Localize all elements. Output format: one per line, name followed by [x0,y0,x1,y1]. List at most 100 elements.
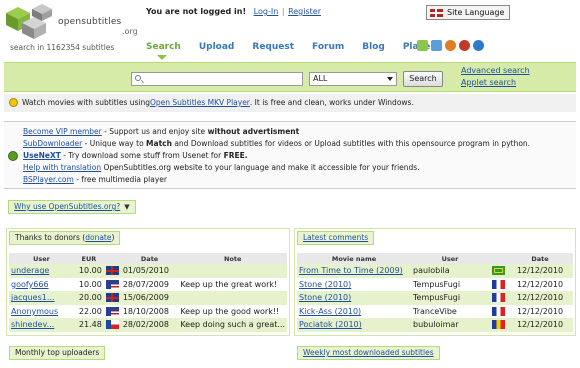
donor-eur: 22.00 [74,304,104,318]
mkv-text-pre: Watch movies with subtitles using [22,98,150,107]
comment-user: TempusFugi [411,291,489,305]
fr-flag-icon [491,279,505,289]
col-user[interactable]: User [9,253,75,264]
site-language-select[interactable]: Site Language [426,5,510,20]
info-text: - Try download some stuff from Usenet fo… [60,151,224,160]
ie-icon[interactable] [473,40,484,51]
comment-movie[interactable]: Stone (2010) [297,277,411,291]
star-icon[interactable] [417,40,428,51]
info-vip: Become VIP member - Support us and enjoy… [23,127,299,136]
comment-movie[interactable]: Stone (2010) [297,291,411,305]
donor-flag [103,318,121,332]
col-note[interactable]: Note [178,253,287,264]
donors-title-text: Thanks to donors [15,233,80,242]
table-header: User EUR Date Note [9,253,287,264]
search-input[interactable] [131,72,303,86]
search-icon [135,75,141,81]
donor-date: 28/02/2008 [120,318,179,332]
comment-user: paulobila [411,264,489,278]
opera-icon[interactable] [459,40,470,51]
us-flag-icon [105,279,119,289]
donor-flag [103,304,121,318]
fr-flag-icon [491,293,505,303]
separator: | [281,7,285,16]
info-tail: and Download subtitles for videos or Upl… [171,139,531,148]
latest-comments-link[interactable]: Latest comments [303,233,368,242]
donor-eur: 10.00 [74,277,104,291]
col-eur[interactable]: EUR [74,253,104,264]
not-logged-text: You are not logged in! [146,7,247,16]
us-flag-icon [105,306,119,316]
donor-note [178,264,287,278]
why-use-link[interactable]: Why use OpenSubtitles.org? [14,201,120,213]
table-row: Stone (2010) TempusFugi 12/12/2010 [297,291,573,305]
usenext-link[interactable]: UseNeXT [23,151,61,160]
comment-date: 12/12/2010 [507,277,573,291]
comment-flag [489,318,507,332]
mkv-message: Watch movies with subtitles using Open S… [9,98,414,107]
subdownloader-link[interactable]: SubDownloader [23,139,82,148]
comments-table: Movie name User Date From Time to Time (… [297,253,573,332]
language-select[interactable]: ALL [309,72,397,86]
nav-search[interactable]: Search [146,42,181,52]
advanced-search-link[interactable]: Advanced search [461,66,530,75]
comment-date: 12/12/2010 [507,264,573,278]
chevron-down-icon: ▼ [124,203,130,211]
comment-movie[interactable]: From Time to Time (2009) [297,264,411,278]
donor-user[interactable]: goofy666 [9,277,75,291]
donor-date: 28/07/2009 [120,277,179,291]
nav-upload[interactable]: Upload [199,42,235,52]
comment-movie[interactable]: Kick-Ass (2010) [297,304,411,318]
comment-date: 12/12/2010 [507,291,573,305]
table-header: Movie name User Date [297,253,573,264]
comment-date: 12/12/2010 [507,304,573,318]
table-row: jacques1... 20.00 15/06/2009 [9,291,287,305]
donate-link[interactable]: donate [85,233,111,242]
col-date[interactable]: Date [120,253,179,264]
bsplayer-link[interactable]: BSPlayer.com [23,175,74,184]
why-use-toggle[interactable]: Why use OpenSubtitles.org? ▼ [8,200,136,214]
br-flag-icon [491,266,505,276]
fr-flag-icon [491,306,505,316]
nav-request[interactable]: Request [252,42,294,52]
translation-link[interactable]: Help with translation [23,163,101,172]
table-row: Anonymous 22.00 18/10/2008 Keep up the good… [9,304,287,318]
donor-user[interactable]: underage [9,264,75,278]
col-movie[interactable]: Movie name [297,253,411,264]
login-link[interactable]: Log-In [254,7,279,16]
site-logo[interactable]: opensubtitles .org [4,3,144,41]
logo-suffix: .org [122,27,138,36]
applet-search-link[interactable]: Applet search [461,78,516,87]
comment-movie[interactable]: Pociatok (2010) [297,318,411,332]
weekly-downloads-link[interactable]: Weekly most downloaded subtitles [303,348,434,357]
col-flag [103,253,121,264]
donor-user[interactable]: Anonymous [9,304,75,318]
donor-eur: 10.00 [74,264,104,278]
top-uploaders-title: Monthly top uploaders [9,346,106,360]
table-row: shinedev... 21.48 28/02/2008 Keep doing suc… [9,318,287,332]
info-bold: FREE. [223,151,248,160]
nav-forum[interactable]: Forum [312,42,344,52]
comment-flag [489,277,507,291]
plugin-icon[interactable] [431,40,442,51]
comment-flag [489,291,507,305]
donor-eur: 20.00 [74,291,104,305]
donor-user[interactable]: jacques1... [9,291,75,305]
col-user[interactable]: User [411,253,489,264]
vip-link[interactable]: Become VIP member [23,127,102,136]
firefox-icon[interactable] [445,40,456,51]
search-button[interactable]: Search [403,71,443,87]
weekly-downloads-title: Weekly most downloaded subtitles [297,346,440,360]
mkv-player-link[interactable]: Open Subtitles MKV Player [150,98,250,107]
player-icon [9,98,18,107]
usenext-icon [8,151,18,161]
nav-blog[interactable]: Blog [362,42,385,52]
col-date[interactable]: Date [507,253,573,264]
donor-note: Keep doing such a great... [178,318,287,332]
chevron-down-icon [387,77,393,81]
donor-user[interactable]: shinedev... [9,318,75,332]
register-link[interactable]: Register [288,7,321,16]
uk-flag-icon [105,266,119,276]
info-text: - free multimedia player [73,175,167,184]
logo-text: opensubtitles [58,17,122,27]
